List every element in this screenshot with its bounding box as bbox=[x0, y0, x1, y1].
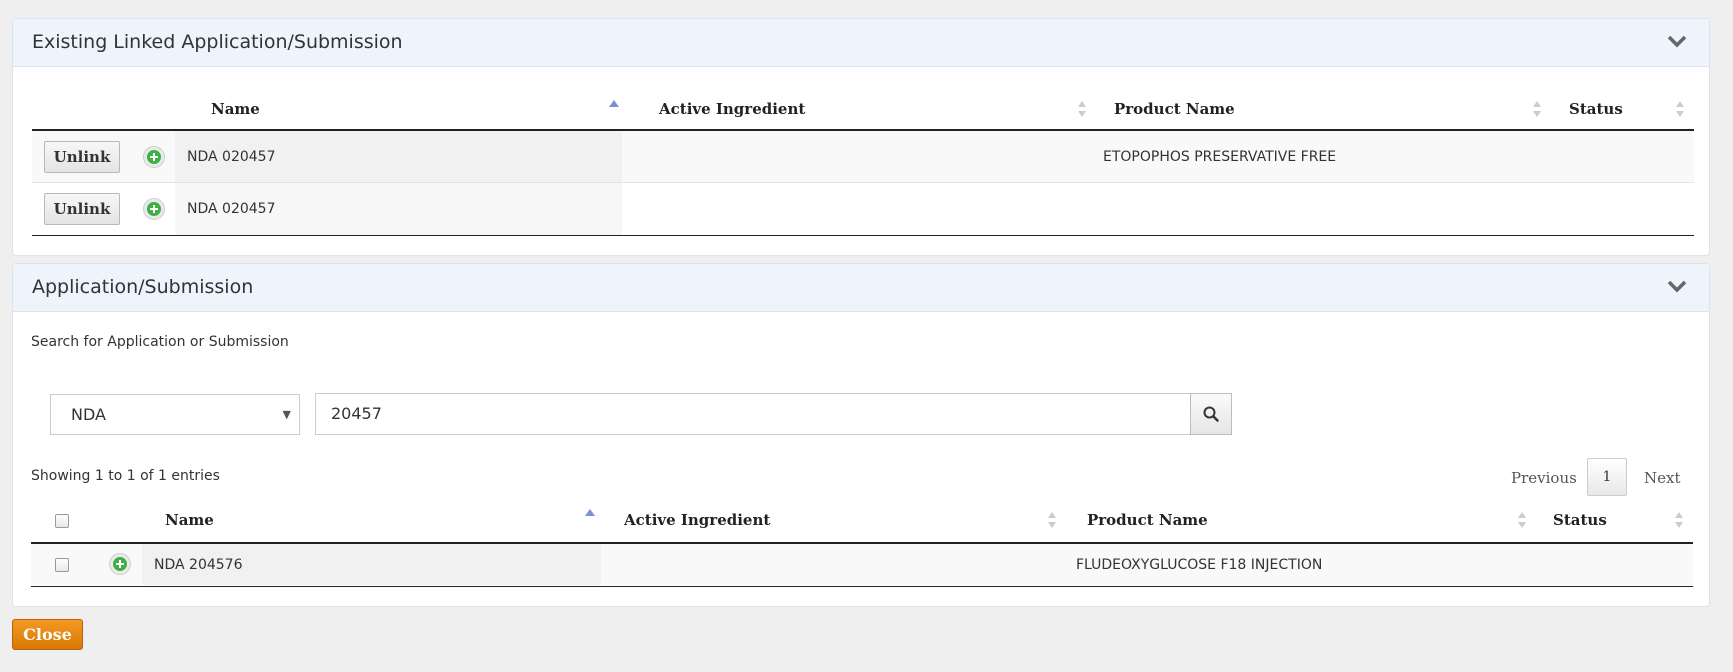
table-row: NDA 204576 FLUDEOXYGLUCOSE F18 INJECTION bbox=[31, 544, 1693, 585]
sort-icon[interactable] bbox=[1531, 99, 1543, 119]
unlink-button[interactable]: Unlink bbox=[44, 141, 120, 173]
cell-name: NDA 020457 bbox=[175, 131, 622, 182]
search-panel-header[interactable]: Application/Submission bbox=[13, 264, 1709, 312]
panel-title: Existing Linked Application/Submission bbox=[32, 31, 403, 53]
linked-panel-header[interactable]: Existing Linked Application/Submission bbox=[13, 19, 1709, 67]
row-checkbox[interactable] bbox=[55, 558, 69, 572]
linked-table: Name Active Ingredient Product Name Stat… bbox=[32, 89, 1694, 259]
plus-circle-icon[interactable] bbox=[143, 146, 165, 168]
column-header-status[interactable]: Status bbox=[1569, 89, 1623, 129]
linked-panel: Existing Linked Application/Submission N… bbox=[12, 18, 1710, 256]
search-input[interactable]: 20457 bbox=[315, 393, 1191, 435]
pagination-previous[interactable]: Previous bbox=[1511, 469, 1577, 487]
column-header-name[interactable]: Name bbox=[211, 89, 260, 129]
chevron-down-icon: ▼ bbox=[282, 408, 291, 421]
close-button[interactable]: Close bbox=[12, 619, 83, 650]
pagination-next[interactable]: Next bbox=[1644, 469, 1681, 487]
results-table: Name Active Ingredient Product Name Stat… bbox=[31, 500, 1693, 590]
search-label: Search for Application or Submission bbox=[31, 334, 289, 350]
cell-product-name: FLUDEOXYGLUCOSE F18 INJECTION bbox=[1076, 556, 1323, 573]
sort-asc-icon[interactable] bbox=[584, 506, 596, 526]
panel-title: Application/Submission bbox=[32, 276, 254, 298]
pagination-page[interactable]: 1 bbox=[1587, 458, 1627, 496]
plus-circle-icon[interactable] bbox=[109, 553, 131, 575]
chevron-down-icon[interactable] bbox=[1667, 278, 1687, 294]
cell-name: NDA 020457 bbox=[175, 183, 622, 235]
cell-name: NDA 204576 bbox=[142, 544, 601, 585]
plus-circle-icon[interactable] bbox=[143, 198, 165, 220]
column-header-name[interactable]: Name bbox=[165, 500, 214, 540]
column-header-active-ingredient[interactable]: Active Ingredient bbox=[624, 500, 770, 540]
column-header-product-name[interactable]: Product Name bbox=[1114, 89, 1235, 129]
sort-icon[interactable] bbox=[1674, 99, 1686, 119]
table-footer-rule bbox=[31, 586, 1693, 587]
column-header-active-ingredient[interactable]: Active Ingredient bbox=[659, 89, 805, 129]
select-all-checkbox[interactable] bbox=[55, 514, 69, 528]
sort-icon[interactable] bbox=[1046, 510, 1058, 530]
search-button[interactable] bbox=[1190, 393, 1232, 435]
table-info: Showing 1 to 1 of 1 entries bbox=[31, 468, 220, 484]
column-header-product-name[interactable]: Product Name bbox=[1087, 500, 1208, 540]
table-row: Unlink NDA 020457 bbox=[32, 183, 1694, 235]
search-icon bbox=[1203, 406, 1219, 422]
sort-asc-icon[interactable] bbox=[608, 97, 620, 117]
sort-icon[interactable] bbox=[1516, 510, 1528, 530]
table-row: Unlink NDA 020457 ETOPOPHOS PRESERVATIVE… bbox=[32, 131, 1694, 183]
type-select[interactable]: NDA ▼ bbox=[50, 394, 300, 435]
column-header-status[interactable]: Status bbox=[1553, 500, 1607, 540]
table-footer-rule bbox=[32, 235, 1694, 236]
unlink-button[interactable]: Unlink bbox=[44, 193, 120, 225]
sort-icon[interactable] bbox=[1673, 510, 1685, 530]
chevron-down-icon[interactable] bbox=[1667, 33, 1687, 49]
sort-icon[interactable] bbox=[1076, 99, 1088, 119]
cell-product-name: ETOPOPHOS PRESERVATIVE FREE bbox=[1103, 148, 1337, 165]
